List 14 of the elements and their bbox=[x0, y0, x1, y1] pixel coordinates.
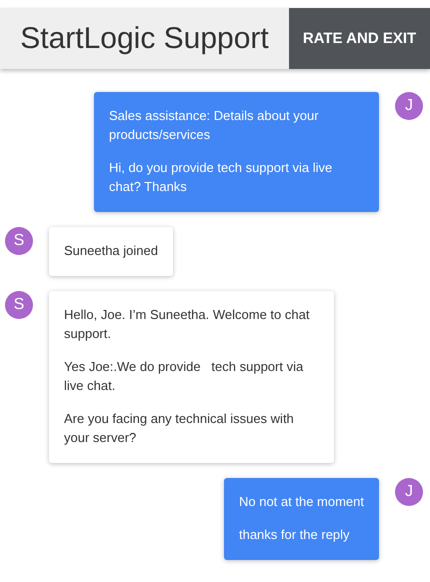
message-text: No not at the moment bbox=[238, 493, 364, 511]
message-text: Suneetha joined bbox=[64, 242, 158, 260]
avatar: J bbox=[395, 478, 423, 506]
app-title: StartLogic Support bbox=[20, 22, 269, 56]
message-text: thanks for the reply bbox=[238, 526, 351, 544]
avatar: S bbox=[5, 291, 33, 319]
message-text: Hello, Joe. I’m Suneetha. Welcome to chat support. bbox=[64, 306, 310, 343]
rate-and-exit-button[interactable]: RATE AND EXIT bbox=[289, 8, 430, 69]
message-text: Sales assistance: Details about your products/services bbox=[109, 107, 320, 144]
avatar: J bbox=[395, 92, 423, 120]
avatar: S bbox=[5, 227, 33, 255]
message-text: Yes Joe:.We do provide tech support via live chat. bbox=[64, 358, 304, 395]
message-text: Are you facing any technical issues with your server? bbox=[64, 410, 295, 447]
message-text: Hi, do you provide tech support via live chat? Thanks bbox=[109, 159, 334, 196]
